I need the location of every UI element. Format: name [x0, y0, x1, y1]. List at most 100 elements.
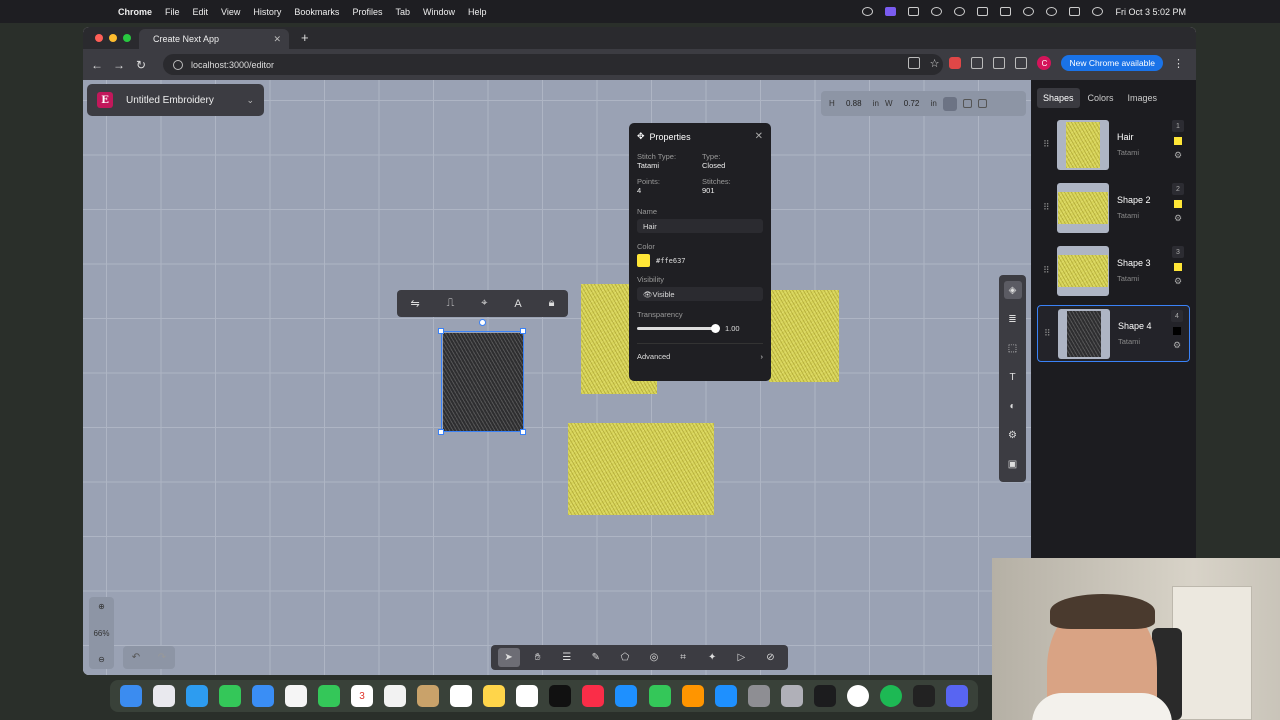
sidepanel-icon[interactable]: [1015, 57, 1028, 69]
finder-icon[interactable]: [119, 685, 142, 707]
resize-handle-nw[interactable]: [438, 328, 444, 334]
bookmark-star-icon[interactable]: ☆: [930, 57, 940, 70]
chrome-icon[interactable]: [846, 685, 869, 707]
menu-view[interactable]: View: [221, 7, 240, 17]
extensions-icon[interactable]: [993, 57, 1006, 69]
selection-box[interactable]: [441, 331, 524, 432]
close-tab-icon[interactable]: ✕: [273, 34, 281, 45]
gear-icon[interactable]: ⚙: [1174, 150, 1182, 161]
drag-grip-icon[interactable]: ⠿: [1044, 328, 1051, 339]
settings-gear-icon[interactable]: ⚙: [1004, 426, 1022, 444]
discord-icon[interactable]: [946, 685, 969, 707]
clock[interactable]: Fri Oct 3 5:02 PM: [1115, 7, 1186, 17]
hide-icon[interactable]: ⊘: [759, 648, 781, 667]
reload-icon[interactable]: ↻: [130, 58, 152, 72]
reset-size-icon[interactable]: [977, 99, 987, 108]
share-icon[interactable]: [907, 57, 920, 69]
messages-icon[interactable]: [218, 685, 241, 707]
close-window-button[interactable]: [95, 34, 103, 42]
crop-tool-icon[interactable]: ⌗: [672, 648, 694, 667]
pages-icon[interactable]: [681, 685, 704, 707]
gear-icon[interactable]: ⚙: [1173, 340, 1181, 351]
cloud-icon[interactable]: [931, 7, 943, 16]
new-tab-icon[interactable]: +: [301, 30, 309, 45]
resize-handle-sw[interactable]: [438, 429, 444, 435]
properties-header[interactable]: ✥ Properties ✕: [637, 131, 763, 142]
preview-icon[interactable]: [780, 685, 803, 707]
gear-icon[interactable]: ⚙: [1174, 276, 1182, 287]
design-canvas[interactable]: E Untitled Embroidery ⌄ H 0.88 in W 0.72…: [83, 80, 1031, 675]
wifi-icon[interactable]: [1023, 7, 1035, 16]
color-picker[interactable]: #ffe637: [637, 254, 763, 267]
magic-wand-icon[interactable]: ✦: [701, 648, 723, 667]
menu-tab[interactable]: Tab: [395, 7, 410, 17]
chrome-update-button[interactable]: New Chrome available: [1061, 55, 1163, 71]
safari-icon[interactable]: [185, 685, 208, 707]
search-icon[interactable]: [1046, 7, 1058, 16]
cursor-app-icon[interactable]: [913, 685, 936, 707]
tab-images[interactable]: Images: [1122, 88, 1164, 108]
back-icon[interactable]: ←: [86, 58, 108, 72]
contacts-icon[interactable]: [417, 685, 440, 707]
notes-icon[interactable]: [483, 685, 506, 707]
menu-window[interactable]: Window: [423, 7, 455, 17]
rotate-handle[interactable]: [479, 319, 486, 326]
more-menu-icon[interactable]: ⋮: [1173, 57, 1184, 70]
tab-colors[interactable]: Colors: [1082, 88, 1120, 108]
lock-icon[interactable]: 🔒︎: [549, 297, 555, 310]
siri-icon[interactable]: [1092, 7, 1104, 16]
aspect-lock-icon[interactable]: [942, 96, 957, 111]
reminders-icon[interactable]: [450, 685, 473, 707]
launchpad-icon[interactable]: [152, 685, 175, 707]
apple-tv-icon[interactable]: [549, 685, 572, 707]
slider-knob[interactable]: [711, 324, 720, 333]
layer-color-swatch[interactable]: [1174, 263, 1182, 271]
facetime-icon[interactable]: [317, 685, 340, 707]
pen-tool-icon[interactable]: ✎: [585, 648, 607, 667]
keynote-icon[interactable]: [615, 685, 638, 707]
drag-grip-icon[interactable]: ⠿: [1043, 202, 1050, 213]
minimize-window-button[interactable]: [109, 34, 117, 42]
fit-icon[interactable]: [962, 99, 972, 108]
crosshair-icon[interactable]: ⌖: [481, 297, 487, 310]
menu-edit[interactable]: Edit: [193, 7, 209, 17]
address-bar[interactable]: localhost:3000/editor: [163, 54, 943, 75]
calendar-icon[interactable]: 3: [350, 685, 373, 707]
play-preview-icon[interactable]: ▷: [730, 648, 752, 667]
layer-color-swatch[interactable]: [1174, 200, 1182, 208]
width-input[interactable]: 0.72: [899, 99, 925, 108]
forward-icon[interactable]: →: [108, 58, 130, 72]
pointer-tool-icon[interactable]: ➤: [497, 648, 520, 667]
advanced-section[interactable]: Advanced ›: [637, 343, 763, 361]
stamp-icon[interactable]: ⎍: [447, 297, 455, 310]
layer-color-swatch[interactable]: [1173, 327, 1181, 335]
document-switcher[interactable]: E Untitled Embroidery ⌄: [87, 84, 264, 116]
play-icon[interactable]: [954, 7, 966, 16]
layer-item[interactable]: ⠿ Hair Tatami 1 ⚙: [1037, 116, 1190, 173]
slider-track[interactable]: [637, 324, 720, 333]
text-tool-icon[interactable]: T: [1004, 368, 1022, 386]
select-area-icon[interactable]: ⬚: [1004, 339, 1022, 357]
resize-handle-ne[interactable]: [520, 328, 526, 334]
name-input[interactable]: Hair: [637, 219, 763, 233]
layer-item-selected[interactable]: ⠿ Shape 4 Tatami 4 ⚙: [1037, 305, 1190, 362]
close-icon[interactable]: ✕: [755, 131, 763, 142]
layer-color-swatch[interactable]: [1174, 137, 1182, 145]
terminal-icon[interactable]: [813, 685, 836, 707]
adblock-icon[interactable]: [949, 57, 962, 69]
drag-grip-icon[interactable]: ⠿: [1043, 139, 1050, 150]
menu-profiles[interactable]: Profiles: [352, 7, 382, 17]
shield-icon[interactable]: [908, 7, 920, 16]
numbers-icon[interactable]: [648, 685, 671, 707]
layers-icon[interactable]: ◈: [1003, 281, 1022, 299]
resize-handle-se[interactable]: [520, 429, 526, 435]
fill-tool-icon[interactable]: ☰: [556, 648, 578, 667]
layer-item[interactable]: ⠿ Shape 2 Tatami 2 ⚙: [1037, 179, 1190, 236]
circle-tool-icon[interactable]: ◎: [643, 648, 665, 667]
list-icon[interactable]: ≣: [1004, 310, 1022, 328]
browser-tab[interactable]: Create Next App ✕: [139, 29, 289, 49]
palette-icon[interactable]: ◐: [1004, 397, 1022, 415]
undo-icon[interactable]: ↶: [132, 652, 140, 663]
shape-3-stitches[interactable]: [769, 290, 839, 382]
battery-icon[interactable]: [1000, 7, 1012, 16]
